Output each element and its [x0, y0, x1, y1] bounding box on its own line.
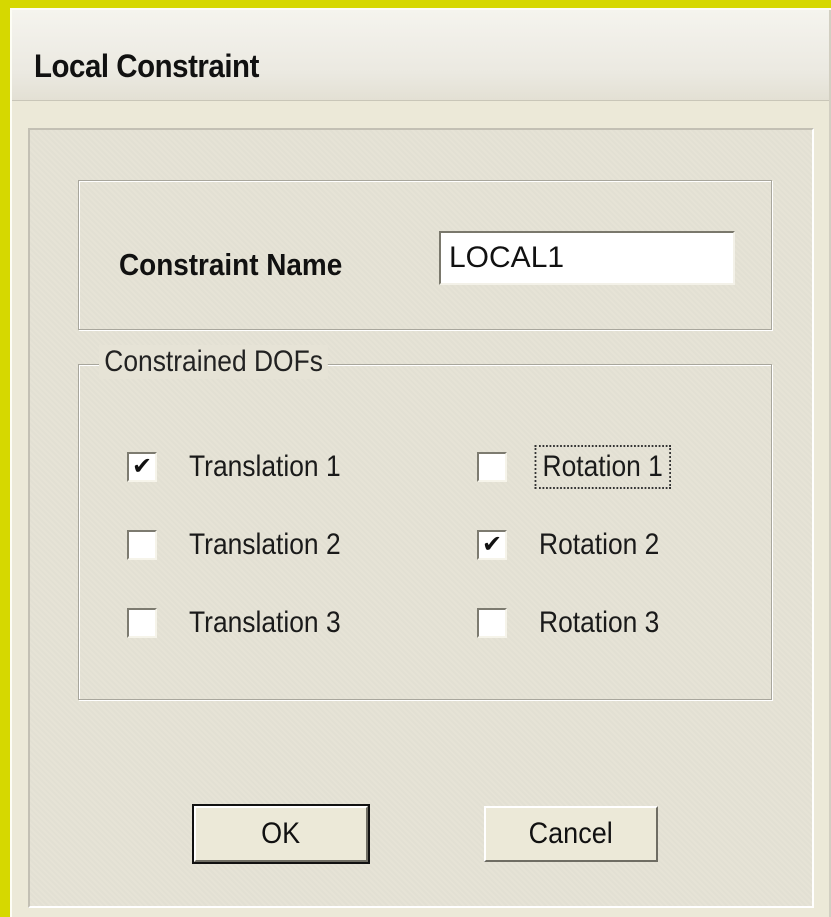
local-constraint-dialog: Local Constraint Constraint Name Constra…	[10, 8, 831, 917]
translation-1-checkbox[interactable]: ✔	[127, 452, 157, 482]
rotation-1-checkbox[interactable]	[477, 452, 507, 482]
translation-3-checkbox-item[interactable]: Translation 3	[127, 603, 361, 643]
translation-1-label: Translation 1	[189, 450, 341, 483]
rotation-1-checkbox-item[interactable]: Rotation 1	[477, 445, 684, 489]
dialog-client-area: Constraint Name Constrained DOFs ✔ Trans…	[28, 128, 814, 908]
rotation-2-label: Rotation 2	[539, 528, 660, 561]
rotation-2-checkbox[interactable]: ✔	[477, 530, 507, 560]
translation-2-checkbox[interactable]	[127, 530, 157, 560]
constrained-dofs-legend: Constrained DOFs	[99, 345, 329, 379]
translation-2-label: Translation 2	[189, 528, 341, 561]
rotation-3-checkbox-item[interactable]: Rotation 3	[477, 603, 676, 643]
rotation-1-label: Rotation 1	[534, 445, 671, 489]
rotation-2-checkbox-item[interactable]: ✔ Rotation 2	[477, 525, 676, 565]
translation-1-checkbox-item[interactable]: ✔ Translation 1	[127, 447, 361, 487]
dialog-title: Local Constraint	[34, 48, 259, 84]
translation-2-checkbox-item[interactable]: Translation 2	[127, 525, 361, 565]
constrained-dofs-group: Constrained DOFs ✔ Translation 1 Transla…	[78, 345, 772, 700]
constraint-name-input[interactable]	[439, 231, 735, 285]
rotation-3-checkbox[interactable]	[477, 608, 507, 638]
ok-button-label: OK	[261, 817, 301, 850]
translation-3-checkbox[interactable]	[127, 608, 157, 638]
title-bar[interactable]: Local Constraint	[12, 10, 831, 101]
ok-button[interactable]: OK	[192, 804, 370, 864]
cancel-button[interactable]: Cancel	[484, 806, 658, 862]
translation-3-label: Translation 3	[189, 606, 341, 639]
constraint-name-group: Constraint Name	[78, 180, 772, 330]
cancel-button-label: Cancel	[528, 817, 614, 850]
rotation-3-label: Rotation 3	[539, 606, 660, 639]
constraint-name-label: Constraint Name	[119, 247, 343, 282]
